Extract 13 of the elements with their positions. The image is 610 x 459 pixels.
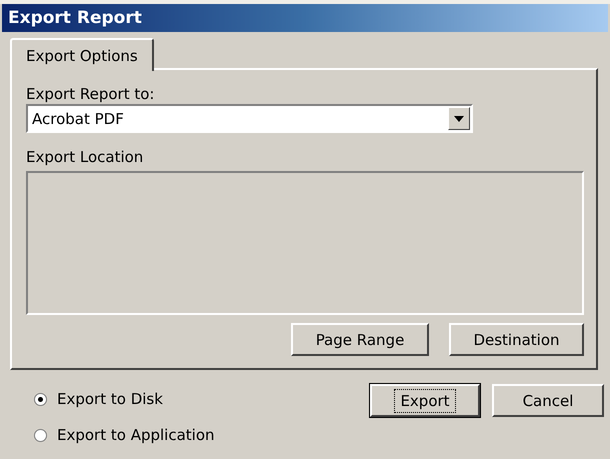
window-title: Export Report: [2, 4, 608, 32]
radio-button[interactable]: [34, 392, 47, 406]
field-label: Export Location: [26, 147, 144, 167]
tab[interactable]: Export Options: [10, 38, 154, 71]
field-label: Export Report to:: [26, 84, 156, 104]
dialog-button[interactable]: Export: [370, 384, 480, 417]
radio-label[interactable]: Export to Disk: [57, 390, 163, 408]
dialog-button[interactable]: Cancel: [492, 384, 604, 417]
radio-label[interactable]: Export to Application: [57, 426, 215, 444]
dialog-button[interactable]: Page Range: [291, 323, 429, 356]
format-dropdown[interactable]: Acrobat PDF: [26, 104, 473, 133]
dialog-button[interactable]: Destination: [449, 323, 584, 356]
radio-button[interactable]: [34, 428, 47, 442]
